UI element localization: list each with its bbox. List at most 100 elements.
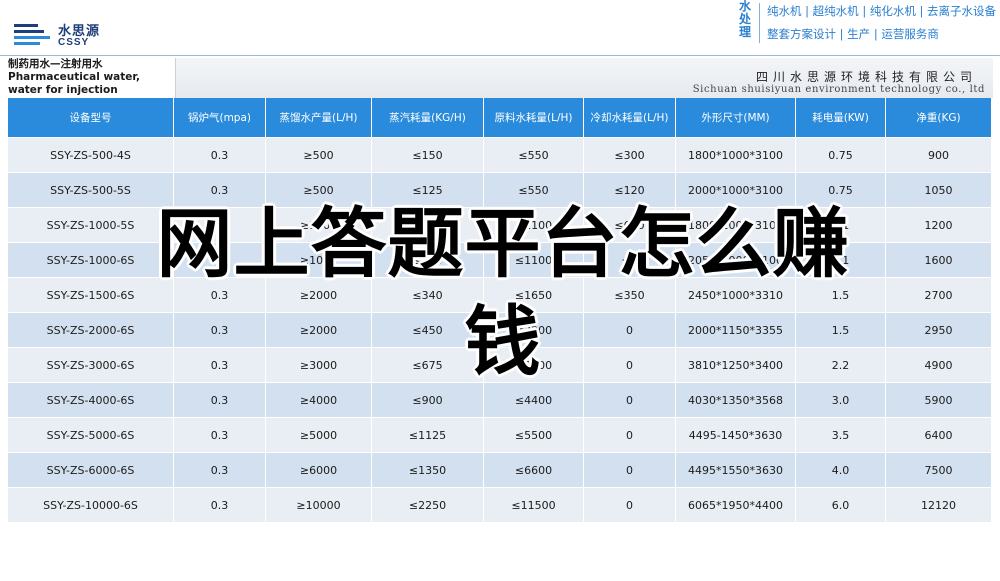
table-row: SSY-ZS-5000-6S 0.3 ≥5000 ≤1125 ≤5500 0 4495-14… — [8, 418, 992, 453]
table-cell: 0 — [584, 453, 676, 488]
table-cell: 5900 — [886, 383, 992, 418]
table-cell: 4495*1550*3630 — [676, 453, 796, 488]
table-cell: SSY-ZS-4000-6S — [8, 383, 174, 418]
table-cell: 3810*1250*3400 — [676, 348, 796, 383]
table-cell: ≤3300 — [484, 348, 584, 383]
table-cell: ≤340 — [372, 278, 484, 313]
table-cell: ≥1000 — [266, 208, 372, 243]
table-cell: ≤900 — [372, 383, 484, 418]
table-cell: 1800*1000*3100 — [676, 208, 796, 243]
table-cell: 0.3 — [174, 418, 266, 453]
table-cell: 6400 — [886, 418, 992, 453]
table-cell: 0 — [584, 383, 676, 418]
table-cell: 2000*1000*3100 — [676, 173, 796, 208]
table-header-cell: 原料水耗量(L/H) — [484, 98, 584, 138]
table-cell: 3.0 — [796, 383, 886, 418]
table-cell: ≤1100 — [484, 243, 584, 278]
company-name-en: Sichuan shuisiyuan environment technolog… — [692, 84, 985, 95]
brand-vertical-text: 水处理 — [739, 0, 752, 39]
table-row: SSY-ZS-2000-6S 0.3 ≥2000 ≤450 ≤2200 0 2000*115… — [8, 313, 992, 348]
company-banner: 四川水思源环境科技有限公司 Sichuan shuisiyuan environ… — [175, 58, 993, 98]
table-header-cell: 外形尺寸(MM) — [676, 98, 796, 138]
water-drop-logo-icon — [14, 24, 50, 45]
table-cell: SSY-ZS-500-4S — [8, 138, 174, 173]
table-cell: 0.3 — [174, 173, 266, 208]
table-cell: ≤5500 — [484, 418, 584, 453]
table-cell: 0.3 — [174, 453, 266, 488]
table-cell: SSY-ZS-1000-6S — [8, 243, 174, 278]
table-cell: 2700 — [886, 278, 992, 313]
table-cell: ≤2200 — [484, 313, 584, 348]
table-cell: ≥500 — [266, 173, 372, 208]
brand-slogan-line-1: 纯水机 | 超纯水机 | 纯化水机 | 去离子水设备 — [767, 4, 997, 18]
table-cell: 0.3 — [174, 138, 266, 173]
table-cell: 1200 — [886, 208, 992, 243]
table-cell: ≤4400 — [484, 383, 584, 418]
table-cell: ≤450 — [372, 313, 484, 348]
table-cell: SSY-ZS-6000-6S — [8, 453, 174, 488]
table-cell: ≤300 — [584, 138, 676, 173]
table-cell: ≤120 — [584, 173, 676, 208]
table-cell: 6065*1950*4400 — [676, 488, 796, 523]
table-header-cell: 设备型号 — [8, 98, 174, 138]
table-header-row: 设备型号 锅炉气(mpa) 蒸馏水产量(L/H) 蒸汽耗量(KG/H) 原料水耗量(L/… — [8, 98, 992, 138]
table-cell: 0.75 — [796, 138, 886, 173]
header-divider — [0, 55, 1000, 56]
table-cell: ≥4000 — [266, 383, 372, 418]
table-cell: ≤1650 — [484, 278, 584, 313]
table-cell: ≥500 — [266, 138, 372, 173]
table-row: SSY-ZS-3000-6S 0.3 ≥3000 ≤675 ≤3300 0 3810*125… — [8, 348, 992, 383]
table-cell: ≤1125 — [372, 418, 484, 453]
table-cell: 0.3 — [174, 208, 266, 243]
table-cell: 2000*1150*3355 — [676, 313, 796, 348]
table-header-cell: 冷却水耗量(L/H) — [584, 98, 676, 138]
table-cell: ≥2000 — [266, 313, 372, 348]
table-cell: SSY-ZS-5000-6S — [8, 418, 174, 453]
table-cell: 0 — [584, 418, 676, 453]
table-cell: 1.5 — [796, 278, 886, 313]
table-cell: 0 — [584, 348, 676, 383]
table-cell: 2.2 — [796, 348, 886, 383]
table-header-cell: 锅炉气(mpa) — [174, 98, 266, 138]
table-cell: 1.5 — [796, 313, 886, 348]
table-cell: 1.1 — [796, 208, 886, 243]
table-cell: 900 — [886, 138, 992, 173]
table-cell: ≤0 — [584, 243, 676, 278]
table-cell: 4.0 — [796, 453, 886, 488]
table-row: SSY-ZS-4000-6S 0.3 ≥4000 ≤900 ≤4400 0 4030*135… — [8, 383, 992, 418]
table-cell: 12120 — [886, 488, 992, 523]
table-cell: 3.5 — [796, 418, 886, 453]
table-cell: 1800*1000*3100 — [676, 138, 796, 173]
table-cell: 1050 — [886, 173, 992, 208]
brand-slogan: 水处理 纯水机 | 超纯水机 | 纯化水机 | 去离子水设备 整套方案设计 | … — [735, 0, 1000, 47]
table-cell: 0.3 — [174, 348, 266, 383]
table-cell: ≤350 — [584, 278, 676, 313]
brand-divider — [759, 3, 760, 43]
table-row: SSY-ZS-500-5S 0.3 ≥500 ≤125 ≤550 ≤120 2000*100… — [8, 173, 992, 208]
table-cell: 0.3 — [174, 383, 266, 418]
table-cell: 0 — [584, 313, 676, 348]
table-cell: ≤550 — [484, 173, 584, 208]
table-cell: 0.3 — [174, 313, 266, 348]
table-cell: ≤2250 — [372, 488, 484, 523]
table-cell: ≤150 — [372, 138, 484, 173]
company-logo: 水思源 CSSY — [14, 18, 154, 50]
table-cell: 0 — [584, 488, 676, 523]
table-cell: 0.3 — [174, 243, 266, 278]
table-row: SSY-ZS-6000-6S 0.3 ≥6000 ≤1350 ≤6600 0 4495*15… — [8, 453, 992, 488]
table-cell: ≤600 — [584, 208, 676, 243]
table-header-cell: 净重(KG) — [886, 98, 992, 138]
table-cell: SSY-ZS-3000-6S — [8, 348, 174, 383]
table-header-cell: 耗电量(KW) — [796, 98, 886, 138]
company-name-cn: 四川水思源环境科技有限公司 — [755, 70, 977, 84]
table-cell: ≤1100 — [484, 208, 584, 243]
table-cell: SSY-ZS-2000-6S — [8, 313, 174, 348]
table-cell: ≤1350 — [372, 453, 484, 488]
table-cell: ≥3000 — [266, 348, 372, 383]
table-cell: 4495-1450*3630 — [676, 418, 796, 453]
table-cell: ≤550 — [484, 138, 584, 173]
table-cell: ≤230 — [372, 243, 484, 278]
table-cell: ≤675 — [372, 348, 484, 383]
table-cell: SSY-ZS-500-5S — [8, 173, 174, 208]
table-cell: ≥1000 — [266, 243, 372, 278]
